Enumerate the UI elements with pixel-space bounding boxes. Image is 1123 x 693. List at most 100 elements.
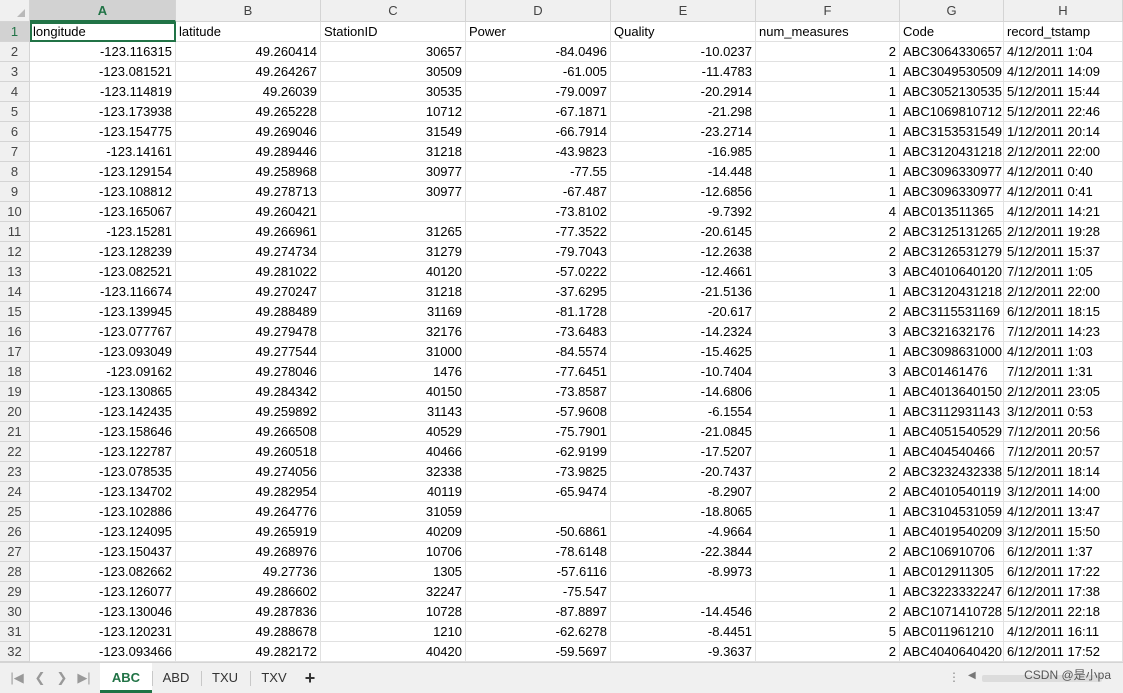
- table-cell[interactable]: -17.5207: [611, 442, 756, 462]
- table-cell[interactable]: 40466: [321, 442, 466, 462]
- table-cell[interactable]: 31169: [321, 302, 466, 322]
- table-cell[interactable]: -123.142435: [30, 402, 176, 422]
- table-cell[interactable]: ABC013511365: [900, 202, 1004, 222]
- table-cell[interactable]: -123.126077: [30, 582, 176, 602]
- table-cell[interactable]: 49.274734: [176, 242, 321, 262]
- table-cell[interactable]: -62.6278: [466, 622, 611, 642]
- table-cell[interactable]: 2: [756, 542, 900, 562]
- header-cell[interactable]: num_measures: [756, 22, 900, 42]
- table-cell[interactable]: 49.277544: [176, 342, 321, 362]
- table-cell[interactable]: -123.124095: [30, 522, 176, 542]
- table-cell[interactable]: -123.158646: [30, 422, 176, 442]
- table-cell[interactable]: 1: [756, 442, 900, 462]
- row-header[interactable]: 26: [0, 522, 30, 542]
- table-cell[interactable]: 3/12/2011 15:50: [1004, 522, 1123, 542]
- table-cell[interactable]: 49.282954: [176, 482, 321, 502]
- table-cell[interactable]: -75.547: [466, 582, 611, 602]
- table-cell[interactable]: 30657: [321, 42, 466, 62]
- table-cell[interactable]: -21.0845: [611, 422, 756, 442]
- table-cell[interactable]: 1: [756, 282, 900, 302]
- table-cell[interactable]: -67.1871: [466, 102, 611, 122]
- row-header[interactable]: 1: [0, 22, 30, 42]
- table-cell[interactable]: -14.2324: [611, 322, 756, 342]
- row-header[interactable]: 9: [0, 182, 30, 202]
- table-cell[interactable]: -123.15281: [30, 222, 176, 242]
- table-cell[interactable]: 1/12/2011 20:14: [1004, 122, 1123, 142]
- table-cell[interactable]: -78.6148: [466, 542, 611, 562]
- table-cell[interactable]: -123.082662: [30, 562, 176, 582]
- table-cell[interactable]: -66.7914: [466, 122, 611, 142]
- table-cell[interactable]: -123.173938: [30, 102, 176, 122]
- sheet-tab-txv[interactable]: TXV: [250, 663, 298, 693]
- table-cell[interactable]: -14.4546: [611, 602, 756, 622]
- table-cell[interactable]: -123.14161: [30, 142, 176, 162]
- table-cell[interactable]: 1305: [321, 562, 466, 582]
- table-cell[interactable]: -4.9664: [611, 522, 756, 542]
- table-cell[interactable]: -8.2907: [611, 482, 756, 502]
- table-cell[interactable]: -123.082521: [30, 262, 176, 282]
- table-cell[interactable]: -50.6861: [466, 522, 611, 542]
- table-cell[interactable]: 1: [756, 182, 900, 202]
- table-cell[interactable]: ABC3125131265: [900, 222, 1004, 242]
- table-cell[interactable]: 49.266508: [176, 422, 321, 442]
- table-cell[interactable]: 1: [756, 522, 900, 542]
- sheet-tab-txu[interactable]: TXU: [201, 663, 249, 693]
- table-cell[interactable]: 4/12/2011 1:04: [1004, 42, 1123, 62]
- table-cell[interactable]: 1210: [321, 622, 466, 642]
- table-cell[interactable]: -14.448: [611, 162, 756, 182]
- row-header[interactable]: 16: [0, 322, 30, 342]
- table-cell[interactable]: ABC3126531279: [900, 242, 1004, 262]
- table-cell[interactable]: -79.0097: [466, 82, 611, 102]
- row-header[interactable]: 4: [0, 82, 30, 102]
- table-cell[interactable]: -123.108812: [30, 182, 176, 202]
- table-cell[interactable]: 32247: [321, 582, 466, 602]
- table-cell[interactable]: -11.4783: [611, 62, 756, 82]
- table-cell[interactable]: 30535: [321, 82, 466, 102]
- table-cell[interactable]: 49.269046: [176, 122, 321, 142]
- table-cell[interactable]: 40150: [321, 382, 466, 402]
- table-cell[interactable]: 4/12/2011 14:21: [1004, 202, 1123, 222]
- table-cell[interactable]: -22.3844: [611, 542, 756, 562]
- table-cell[interactable]: 7/12/2011 1:31: [1004, 362, 1123, 382]
- table-cell[interactable]: 6/12/2011 18:15: [1004, 302, 1123, 322]
- table-cell[interactable]: ABC3098631000: [900, 342, 1004, 362]
- row-header[interactable]: 17: [0, 342, 30, 362]
- table-cell[interactable]: ABC3052130535: [900, 82, 1004, 102]
- table-cell[interactable]: -123.081521: [30, 62, 176, 82]
- sheet-tab-abd[interactable]: ABD: [152, 663, 200, 693]
- table-cell[interactable]: 49.264776: [176, 502, 321, 522]
- table-cell[interactable]: -21.5136: [611, 282, 756, 302]
- table-cell[interactable]: 10712: [321, 102, 466, 122]
- table-cell[interactable]: -123.077767: [30, 322, 176, 342]
- table-cell[interactable]: -123.116674: [30, 282, 176, 302]
- table-cell[interactable]: 7/12/2011 20:57: [1004, 442, 1123, 462]
- table-cell[interactable]: -21.298: [611, 102, 756, 122]
- row-header[interactable]: 31: [0, 622, 30, 642]
- row-header[interactable]: 24: [0, 482, 30, 502]
- table-cell[interactable]: 1: [756, 122, 900, 142]
- table-cell[interactable]: 40120: [321, 262, 466, 282]
- table-cell[interactable]: 49.260421: [176, 202, 321, 222]
- table-cell[interactable]: 5/12/2011 18:14: [1004, 462, 1123, 482]
- table-cell[interactable]: 4/12/2011 1:03: [1004, 342, 1123, 362]
- table-cell[interactable]: 49.259892: [176, 402, 321, 422]
- table-cell[interactable]: -14.6806: [611, 382, 756, 402]
- table-cell[interactable]: -12.2638: [611, 242, 756, 262]
- table-cell[interactable]: -9.3637: [611, 642, 756, 662]
- table-cell[interactable]: 2: [756, 482, 900, 502]
- table-cell[interactable]: -65.9474: [466, 482, 611, 502]
- select-all-corner[interactable]: [0, 0, 30, 22]
- table-cell[interactable]: 2: [756, 242, 900, 262]
- table-cell[interactable]: ABC106910706: [900, 542, 1004, 562]
- table-cell[interactable]: 49.279478: [176, 322, 321, 342]
- table-cell[interactable]: 49.270247: [176, 282, 321, 302]
- table-cell[interactable]: -57.6116: [466, 562, 611, 582]
- header-cell[interactable]: longitude: [30, 22, 176, 42]
- table-cell[interactable]: 49.286602: [176, 582, 321, 602]
- table-cell[interactable]: -123.093466: [30, 642, 176, 662]
- column-header-c[interactable]: C: [321, 0, 466, 22]
- table-cell[interactable]: 49.278713: [176, 182, 321, 202]
- table-cell[interactable]: -59.5697: [466, 642, 611, 662]
- table-cell[interactable]: ABC3096330977: [900, 162, 1004, 182]
- table-cell[interactable]: -123.078535: [30, 462, 176, 482]
